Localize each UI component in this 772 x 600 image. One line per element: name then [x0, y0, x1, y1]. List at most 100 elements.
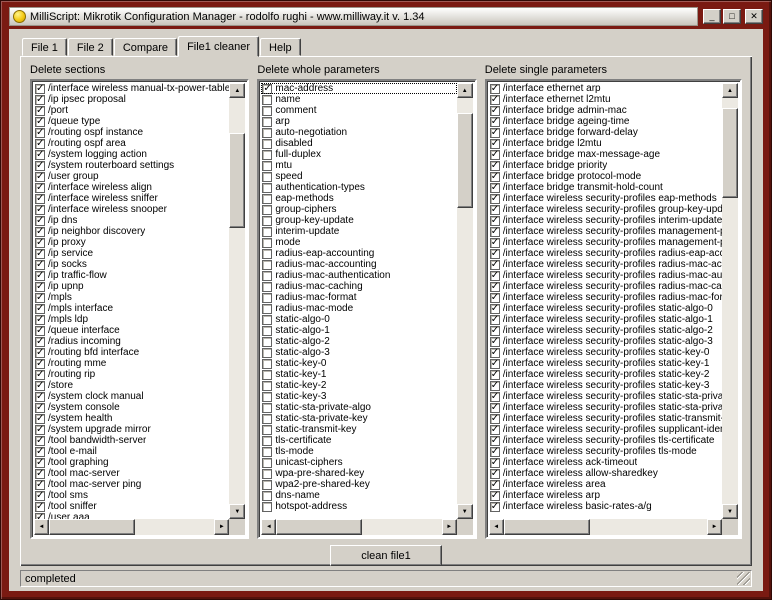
- list-item[interactable]: ✓/interface wireless ack-timeout: [489, 457, 722, 468]
- checkbox-checked-icon[interactable]: ✓: [489, 127, 500, 138]
- list-item[interactable]: static-key-3: [261, 391, 456, 402]
- vertical-scrollbar[interactable]: ▲ ▼: [456, 83, 473, 519]
- scroll-right-button[interactable]: ►: [214, 519, 230, 535]
- list-item[interactable]: disabled: [261, 138, 456, 149]
- list-item[interactable]: dns-name: [261, 490, 456, 501]
- checkbox-checked-icon[interactable]: ✓: [489, 369, 500, 380]
- checkbox-checked-icon[interactable]: ✓: [35, 446, 45, 457]
- checkbox-unchecked-icon[interactable]: [262, 94, 273, 105]
- list-item[interactable]: ✓/tool sms: [34, 490, 229, 501]
- checkbox-checked-icon[interactable]: ✓: [489, 457, 500, 468]
- list-item[interactable]: static-key-0: [261, 358, 456, 369]
- checkbox-unchecked-icon[interactable]: [262, 358, 273, 369]
- list-item[interactable]: group-key-update: [261, 215, 456, 226]
- list-item[interactable]: ✓/interface bridge admin-mac: [489, 105, 722, 116]
- list-item[interactable]: static-algo-2: [261, 336, 456, 347]
- checkbox-checked-icon[interactable]: ✓: [35, 435, 45, 446]
- scroll-up-button[interactable]: ▲: [456, 83, 473, 98]
- checkbox-unchecked-icon[interactable]: [262, 479, 273, 490]
- checkbox-unchecked-icon[interactable]: [262, 391, 273, 402]
- list-item[interactable]: interim-update: [261, 226, 456, 237]
- list-item[interactable]: ✓/interface wireless security-profiles s…: [489, 391, 722, 402]
- list-item[interactable]: static-key-1: [261, 369, 456, 380]
- checkbox-checked-icon[interactable]: ✓: [489, 160, 500, 171]
- hscroll-thumb[interactable]: [49, 519, 135, 535]
- horizontal-scrollbar[interactable]: ◄ ►: [261, 519, 457, 535]
- checkbox-checked-icon[interactable]: ✓: [35, 281, 45, 292]
- checkbox-checked-icon[interactable]: ✓: [35, 193, 45, 204]
- list-item[interactable]: ✓/interface wireless security-profiles s…: [489, 369, 722, 380]
- checkbox-checked-icon[interactable]: ✓: [489, 105, 500, 116]
- list-item[interactable]: ✓/ip ipsec proposal: [34, 94, 229, 105]
- list-item[interactable]: ✓/ip upnp: [34, 281, 229, 292]
- list-item[interactable]: mtu: [261, 160, 456, 171]
- checkbox-unchecked-icon[interactable]: [262, 292, 273, 303]
- list-item[interactable]: ✓/interface wireless security-profiles e…: [489, 193, 722, 204]
- checkbox-checked-icon[interactable]: ✓: [35, 457, 45, 468]
- checkbox-checked-icon[interactable]: ✓: [489, 402, 500, 413]
- checkbox-unchecked-icon[interactable]: [262, 116, 273, 127]
- checkbox-unchecked-icon[interactable]: [262, 336, 273, 347]
- checkbox-checked-icon[interactable]: ✓: [489, 259, 500, 270]
- list-item[interactable]: ✓/interface wireless sniffer: [34, 193, 229, 204]
- checkbox-checked-icon[interactable]: ✓: [35, 215, 45, 226]
- list-item[interactable]: ✓/interface wireless security-profiles s…: [489, 413, 722, 424]
- list-item[interactable]: radius-mac-format: [261, 292, 456, 303]
- list-item[interactable]: static-transmit-key: [261, 424, 456, 435]
- hscroll-track[interactable]: [276, 519, 441, 535]
- checkbox-unchecked-icon[interactable]: [262, 193, 273, 204]
- checkbox-checked-icon[interactable]: ✓: [489, 215, 500, 226]
- list-item[interactable]: group-ciphers: [261, 204, 456, 215]
- hscroll-track[interactable]: [49, 519, 214, 535]
- list-item[interactable]: speed: [261, 171, 456, 182]
- checkbox-checked-icon[interactable]: ✓: [489, 479, 500, 490]
- checkbox-checked-icon[interactable]: ✓: [35, 347, 45, 358]
- checkbox-checked-icon[interactable]: ✓: [35, 182, 45, 193]
- list-item[interactable]: ✓/interface wireless manual-tx-power-tab…: [34, 83, 229, 94]
- list-item[interactable]: ✓/interface wireless security-profiles s…: [489, 402, 722, 413]
- checkbox-checked-icon[interactable]: ✓: [35, 171, 45, 182]
- checkbox-checked-icon[interactable]: ✓: [489, 94, 500, 105]
- list-item[interactable]: ✓/interface wireless snooper: [34, 204, 229, 215]
- checkbox-unchecked-icon[interactable]: [262, 215, 273, 226]
- list-item[interactable]: hotspot-address: [261, 501, 456, 512]
- list-item[interactable]: ✓/ip proxy: [34, 237, 229, 248]
- checkbox-checked-icon[interactable]: ✓: [35, 149, 45, 160]
- list-item[interactable]: ✓/interface wireless security-profiles s…: [489, 336, 722, 347]
- checkbox-unchecked-icon[interactable]: [262, 160, 273, 171]
- checkbox-checked-icon[interactable]: ✓: [35, 226, 45, 237]
- horizontal-scrollbar[interactable]: ◄ ►: [34, 519, 230, 535]
- list-item[interactable]: static-algo-1: [261, 325, 456, 336]
- checkbox-checked-icon[interactable]: ✓: [489, 171, 500, 182]
- checkbox-checked-icon[interactable]: ✓: [35, 83, 45, 94]
- checkbox-checked-icon[interactable]: ✓: [35, 358, 45, 369]
- checkbox-checked-icon[interactable]: ✓: [489, 303, 500, 314]
- list-item[interactable]: ✓/queue interface: [34, 325, 229, 336]
- list-item[interactable]: ✓/interface wireless security-profiles r…: [489, 281, 722, 292]
- list-item[interactable]: ✓/system upgrade mirror: [34, 424, 229, 435]
- checkbox-checked-icon[interactable]: ✓: [489, 182, 500, 193]
- checkbox-unchecked-icon[interactable]: [262, 270, 273, 281]
- list-item[interactable]: ✓/mpls: [34, 292, 229, 303]
- list-item[interactable]: ✓/interface wireless allow-sharedkey: [489, 468, 722, 479]
- checkbox-checked-icon[interactable]: ✓: [35, 248, 45, 259]
- vscroll-thumb[interactable]: [229, 133, 246, 228]
- vertical-scrollbar[interactable]: ▲ ▼: [722, 83, 739, 519]
- list-item[interactable]: ✓/interface wireless security-profiles m…: [489, 237, 722, 248]
- list-item[interactable]: ✓/interface wireless security-profiles r…: [489, 270, 722, 281]
- scroll-up-button[interactable]: ▲: [722, 83, 739, 98]
- list-item[interactable]: ✓/interface bridge forward-delay: [489, 127, 722, 138]
- list-item[interactable]: ✓/interface wireless security-profiles t…: [489, 435, 722, 446]
- checkbox-unchecked-icon[interactable]: [262, 237, 273, 248]
- list-item[interactable]: ✓/routing ospf area: [34, 138, 229, 149]
- checkbox-checked-icon[interactable]: ✓: [489, 292, 500, 303]
- checkbox-checked-icon[interactable]: ✓: [35, 325, 45, 336]
- checkbox-checked-icon[interactable]: ✓: [489, 116, 500, 127]
- checkbox-unchecked-icon[interactable]: [262, 490, 273, 501]
- checkbox-checked-icon[interactable]: ✓: [35, 424, 45, 435]
- scroll-left-button[interactable]: ◄: [34, 519, 49, 535]
- list-item[interactable]: ✓/interface bridge ageing-time: [489, 116, 722, 127]
- checkbox-unchecked-icon[interactable]: [262, 204, 273, 215]
- tab-file-1[interactable]: File 1: [22, 38, 67, 56]
- scroll-down-button[interactable]: ▼: [722, 504, 739, 519]
